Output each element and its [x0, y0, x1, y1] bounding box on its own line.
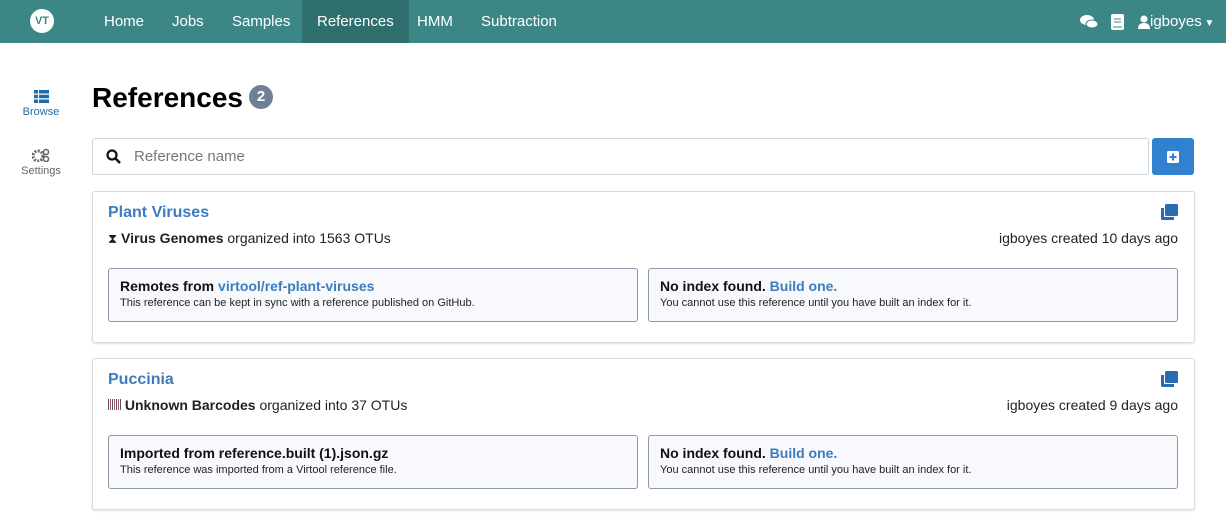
comments-icon[interactable]: [1080, 0, 1099, 43]
virtool-logo[interactable]: VT: [30, 9, 54, 33]
build-index-link[interactable]: Build one.: [770, 445, 838, 461]
reference-description: ⧗ Virus Genomes organized into 1563 OTUs: [108, 230, 391, 247]
nav-jobs[interactable]: Jobs: [157, 0, 219, 43]
cogs-icon: [31, 148, 50, 163]
search-field: [92, 138, 1149, 175]
browse-label: Browse: [22, 106, 60, 118]
remote-description: This reference can be kept in sync with …: [120, 297, 475, 309]
dna-icon: ⧗: [108, 231, 118, 246]
no-index-label: No index found.: [660, 278, 770, 294]
created-info: igboyes created 9 days ago: [1006, 397, 1178, 413]
reference-search-input[interactable]: [134, 139, 1148, 174]
reference-card: Puccinia Unknown Barcodes organized into…: [92, 358, 1195, 510]
import-info-panel: Imported from reference.built (1).json.g…: [108, 435, 638, 489]
caret-down-icon: ▼: [1201, 18, 1215, 29]
book-icon[interactable]: [1111, 0, 1124, 43]
settings-label: Settings: [21, 165, 61, 177]
count-badge: 2: [248, 84, 273, 109]
user-icon: [1138, 15, 1150, 30]
search-icon: [106, 149, 121, 164]
sidebar-browse[interactable]: Browse: [0, 90, 82, 118]
no-index-label: No index found.: [660, 445, 770, 461]
nav-samples[interactable]: Samples: [217, 0, 305, 43]
nav-references[interactable]: References: [302, 0, 409, 43]
index-description: You cannot use this reference until you …: [660, 297, 972, 309]
otu-count: organized into 1563 OTUs: [227, 230, 391, 246]
clone-icon[interactable]: [1161, 204, 1178, 225]
reference-name-link[interactable]: Puccinia: [108, 371, 174, 389]
data-type: Virus Genomes: [121, 230, 224, 246]
username: igboyes: [1150, 13, 1202, 30]
otu-count: organized into 37 OTUs: [259, 397, 408, 413]
page-title-text: References: [92, 82, 243, 113]
remote-repo-link[interactable]: virtool/ref-plant-viruses: [218, 278, 374, 294]
index-info-panel: No index found. Build one. You cannot us…: [648, 268, 1178, 322]
clone-icon[interactable]: [1161, 371, 1178, 392]
created-info: igboyes created 10 days ago: [998, 230, 1178, 246]
user-menu[interactable]: igboyes ▼: [1138, 0, 1214, 43]
reference-description: Unknown Barcodes organized into 37 OTUs: [108, 397, 407, 413]
build-index-link[interactable]: Build one.: [770, 278, 838, 294]
remote-info-panel: Remotes from virtool/ref-plant-viruses T…: [108, 268, 638, 322]
nav-subtraction[interactable]: Subtraction: [466, 0, 572, 43]
import-label: Imported from reference.built (1).json.g…: [120, 445, 389, 461]
index-info-panel: No index found. Build one. You cannot us…: [648, 435, 1178, 489]
nav-hmm[interactable]: HMM: [402, 0, 468, 43]
remote-label: Remotes from: [120, 278, 219, 294]
nav-home[interactable]: Home: [89, 0, 159, 43]
navbar: VT Home Jobs Samples References HMM Subt…: [0, 0, 1226, 43]
import-description: This reference was imported from a Virto…: [120, 464, 397, 476]
page-title: References 2: [92, 82, 273, 114]
data-type: Unknown Barcodes: [124, 397, 256, 413]
plus-square-icon: [1167, 150, 1179, 163]
create-reference-button[interactable]: [1152, 138, 1194, 175]
index-description: You cannot use this reference until you …: [660, 464, 972, 476]
barcode-icon: [108, 399, 121, 410]
reference-card: Plant Viruses ⧗ Virus Genomes organized …: [92, 191, 1195, 343]
reference-name-link[interactable]: Plant Viruses: [108, 204, 209, 222]
list-icon: [33, 90, 49, 103]
sidebar-settings[interactable]: Settings: [0, 148, 82, 177]
